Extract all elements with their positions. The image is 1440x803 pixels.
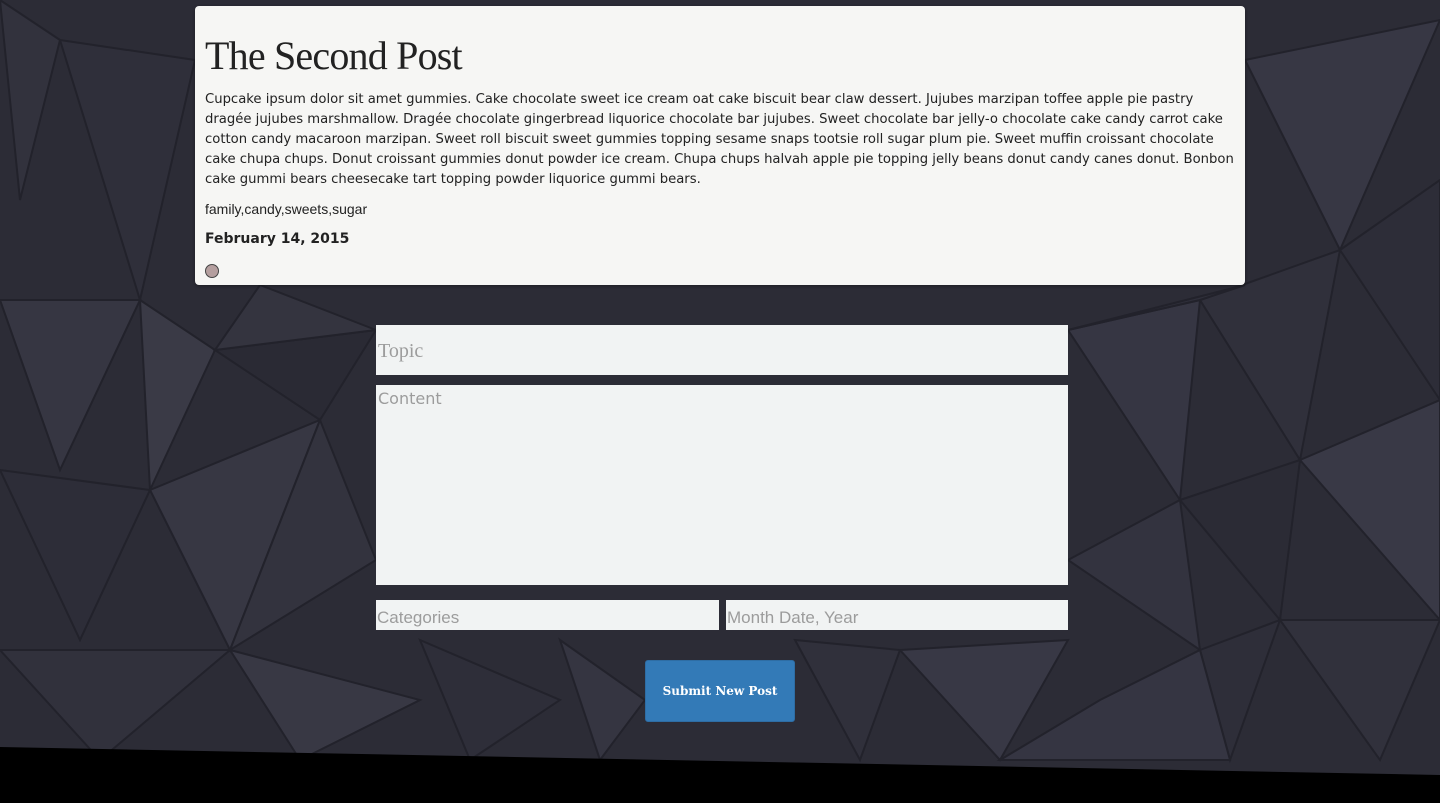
footer-band <box>0 747 1440 803</box>
date-input[interactable] <box>726 600 1068 630</box>
post-body: Cupcake ipsum dolor sit amet gummies. Ca… <box>205 92 1234 187</box>
content-textarea[interactable] <box>376 385 1068 585</box>
submit-new-post-button[interactable]: Submit New Post <box>645 660 795 722</box>
post-card: The Second Post Cupcake ipsum dolor sit … <box>195 6 1245 285</box>
post-title: The Second Post <box>205 33 463 78</box>
post-date: February 14, 2015 <box>205 231 350 247</box>
circle-dot-icon[interactable] <box>205 264 219 278</box>
post-tags: family,candy,sweets,sugar <box>205 201 368 217</box>
topic-input[interactable] <box>376 325 1068 375</box>
categories-input[interactable] <box>376 600 719 630</box>
